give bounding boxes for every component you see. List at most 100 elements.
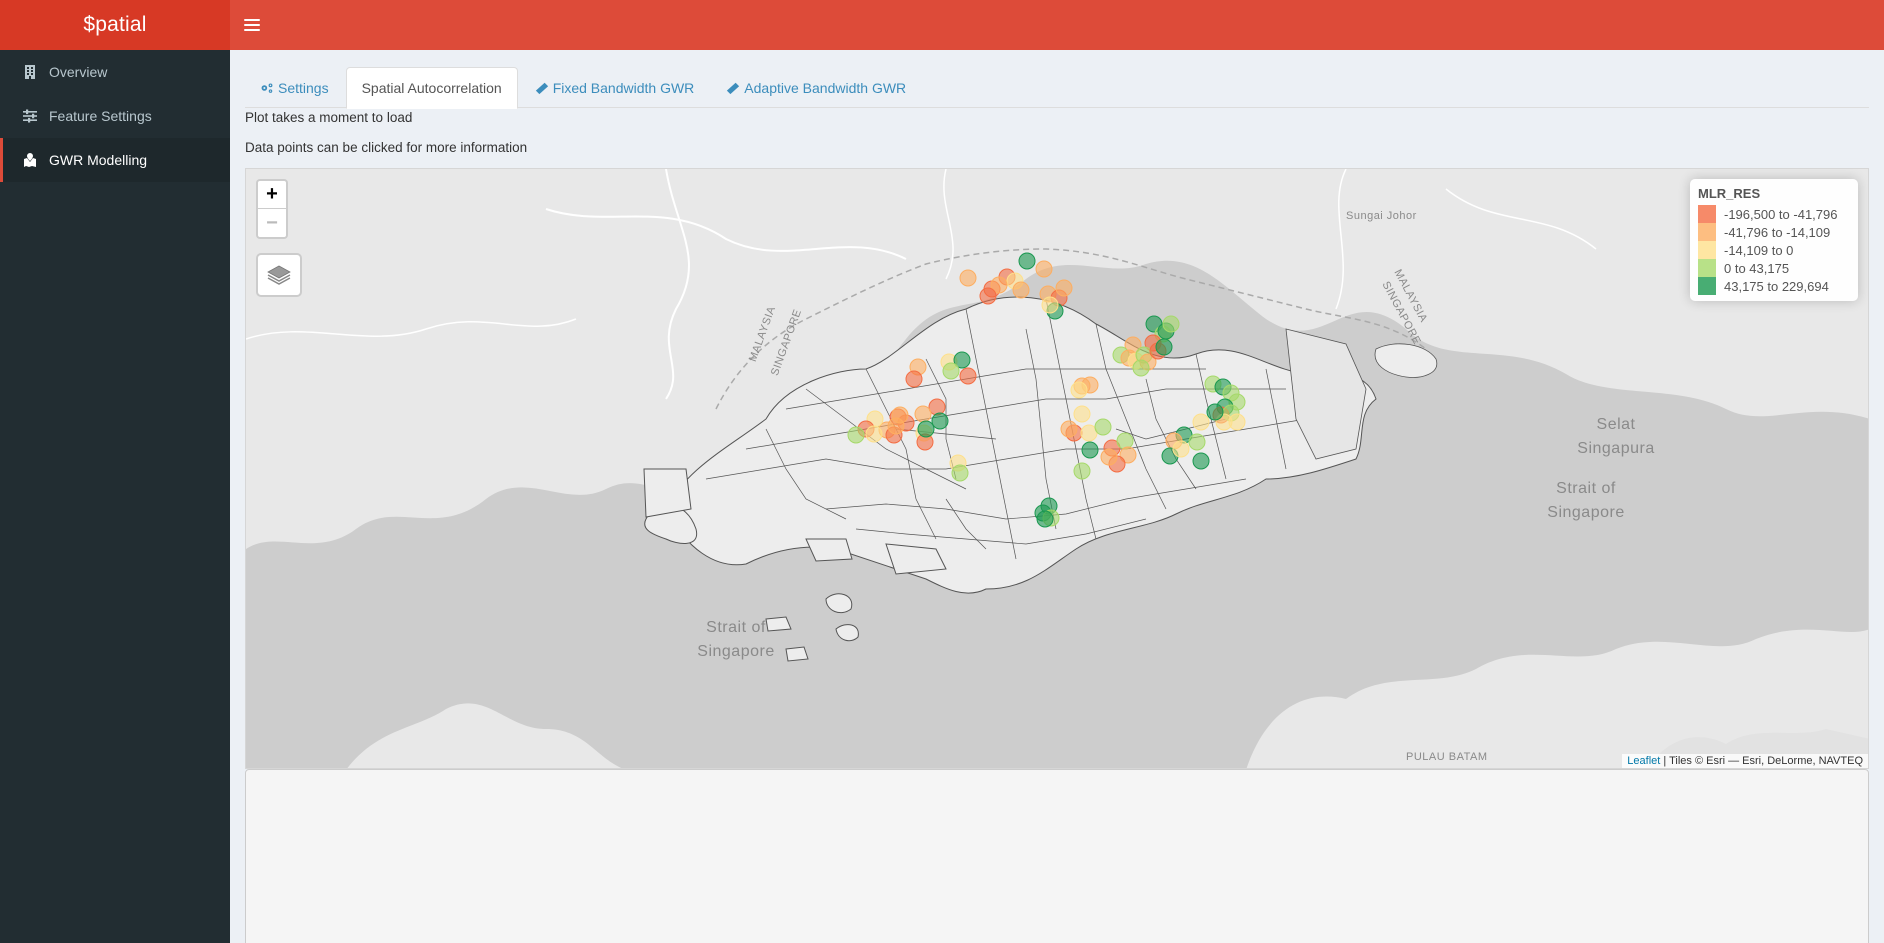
legend-swatch: [1698, 241, 1716, 259]
gears-icon: [260, 81, 274, 95]
map-label-selat-singapura: Selat Singapura: [1566, 413, 1666, 461]
legend-item: -196,500 to -41,796: [1698, 205, 1850, 223]
data-point[interactable]: [1070, 381, 1088, 399]
data-point[interactable]: [905, 370, 923, 388]
data-point[interactable]: [1081, 441, 1099, 459]
main-content: Settings Spatial Autocorrelation Fixed B…: [230, 50, 1884, 943]
zoom-out-button[interactable]: −: [258, 209, 286, 237]
data-point[interactable]: [1192, 452, 1210, 470]
data-point[interactable]: [891, 406, 909, 424]
data-point[interactable]: [1094, 418, 1112, 436]
layers-icon: [267, 265, 291, 285]
ruler-icon: [535, 81, 549, 95]
tab-settings[interactable]: Settings: [245, 67, 344, 108]
map-label-pulau-batam: PULAU BATAM: [1406, 751, 1488, 763]
data-point[interactable]: [1116, 432, 1134, 450]
data-point[interactable]: [1172, 440, 1190, 458]
data-point[interactable]: [1073, 405, 1091, 423]
attribution-text: | Tiles © Esri — Esri, DeLorme, NAVTEQ: [1660, 755, 1863, 767]
leaflet-map[interactable]: Sungai Johor MALAYSIA SINGAPORE MALAYSIA…: [245, 168, 1869, 769]
sidebar-item-label: GWR Modelling: [49, 152, 148, 168]
legend-label: 43,175 to 229,694: [1724, 278, 1829, 294]
legend-swatch: [1698, 277, 1716, 295]
map-marked-icon: [21, 152, 39, 168]
data-point[interactable]: [1206, 403, 1224, 421]
data-point[interactable]: [1035, 260, 1053, 278]
data-point[interactable]: [914, 405, 932, 423]
data-point[interactable]: [931, 412, 949, 430]
sidebar-item-gwr-modelling[interactable]: GWR Modelling: [0, 138, 230, 182]
data-point[interactable]: [1055, 279, 1073, 297]
menu-toggle-icon[interactable]: [244, 16, 260, 34]
map-label-sungai-johor: Sungai Johor: [1346, 210, 1417, 222]
legend-swatch: [1698, 205, 1716, 223]
data-point[interactable]: [1041, 296, 1059, 314]
data-point[interactable]: [959, 367, 977, 385]
data-point[interactable]: [1155, 338, 1173, 356]
leaflet-link[interactable]: Leaflet: [1627, 755, 1660, 767]
map-label-strait-south: Strait of Singapore: [686, 616, 786, 664]
map-label-line: Singapore: [697, 643, 775, 660]
sidebar-item-label: Overview: [49, 64, 108, 80]
data-point[interactable]: [847, 426, 865, 444]
tab-bar: Settings Spatial Autocorrelation Fixed B…: [245, 67, 1869, 109]
map-label-line: Strait of: [1556, 480, 1616, 497]
data-point[interactable]: [1162, 315, 1180, 333]
sidebar-item-feature-settings[interactable]: Feature Settings: [0, 94, 230, 138]
legend-item: 43,175 to 229,694: [1698, 277, 1850, 295]
app-logo[interactable]: $patial: [0, 0, 230, 50]
data-point[interactable]: [1100, 448, 1118, 466]
map-label-line: Selat: [1596, 416, 1636, 433]
legend-label: -41,796 to -14,109: [1724, 224, 1831, 240]
sidebar: $patial Overview Feature Settings GWR Mo…: [0, 0, 230, 943]
tab-adaptive-bandwidth-gwr[interactable]: Adaptive Bandwidth GWR: [711, 67, 921, 108]
data-point[interactable]: [917, 420, 935, 438]
legend-label: -14,109 to 0: [1724, 242, 1794, 258]
map-label-strait-east: Strait of Singapore: [1536, 477, 1636, 525]
data-point[interactable]: [979, 287, 997, 305]
data-point[interactable]: [1073, 462, 1091, 480]
building-icon: [21, 64, 39, 80]
sidebar-item-overview[interactable]: Overview: [0, 50, 230, 94]
map-legend: MLR_RES -196,500 to -41,796 -41,796 to -…: [1690, 179, 1858, 301]
data-point[interactable]: [942, 362, 960, 380]
ruler-icon: [726, 81, 740, 95]
data-point[interactable]: [1012, 281, 1030, 299]
legend-label: 0 to 43,175: [1724, 260, 1790, 276]
legend-item: -41,796 to -14,109: [1698, 223, 1850, 241]
legend-swatch: [1698, 223, 1716, 241]
load-note: Plot takes a moment to load: [245, 110, 413, 125]
data-point[interactable]: [1060, 420, 1078, 438]
top-header: [230, 0, 1884, 50]
map-label-line: Singapura: [1577, 440, 1655, 457]
data-point[interactable]: [1132, 359, 1150, 377]
data-points-layer[interactable]: [246, 169, 1869, 769]
tab-label: Spatial Autocorrelation: [361, 80, 502, 96]
zoom-control: + −: [256, 179, 288, 239]
zoom-in-button[interactable]: +: [258, 181, 286, 209]
tab-label: Settings: [278, 79, 329, 96]
map-label-line: Singapore: [1547, 504, 1625, 521]
tab-spatial-autocorrelation[interactable]: Spatial Autocorrelation: [345, 67, 518, 109]
data-point[interactable]: [1188, 433, 1206, 451]
data-point[interactable]: [1018, 252, 1036, 270]
moran-test-output: [245, 769, 1869, 943]
layers-control[interactable]: [256, 253, 302, 297]
legend-title: MLR_RES: [1698, 186, 1761, 201]
map-label-line: Strait of: [706, 619, 766, 636]
data-point[interactable]: [959, 269, 977, 287]
data-point[interactable]: [865, 425, 883, 443]
legend-swatch: [1698, 259, 1716, 277]
data-point[interactable]: [951, 464, 969, 482]
data-point[interactable]: [1192, 413, 1210, 431]
data-point[interactable]: [1036, 510, 1054, 528]
sliders-icon: [21, 108, 39, 124]
data-point[interactable]: [928, 398, 946, 416]
click-note: Data points can be clicked for more info…: [245, 140, 528, 155]
tab-fixed-bandwidth-gwr[interactable]: Fixed Bandwidth GWR: [520, 67, 710, 108]
tab-label: Adaptive Bandwidth GWR: [744, 79, 907, 96]
sidebar-item-label: Feature Settings: [49, 108, 152, 124]
sidebar-menu: Overview Feature Settings GWR Modelling: [0, 50, 230, 182]
legend-item: 0 to 43,175: [1698, 259, 1850, 277]
legend-item: -14,109 to 0: [1698, 241, 1850, 259]
